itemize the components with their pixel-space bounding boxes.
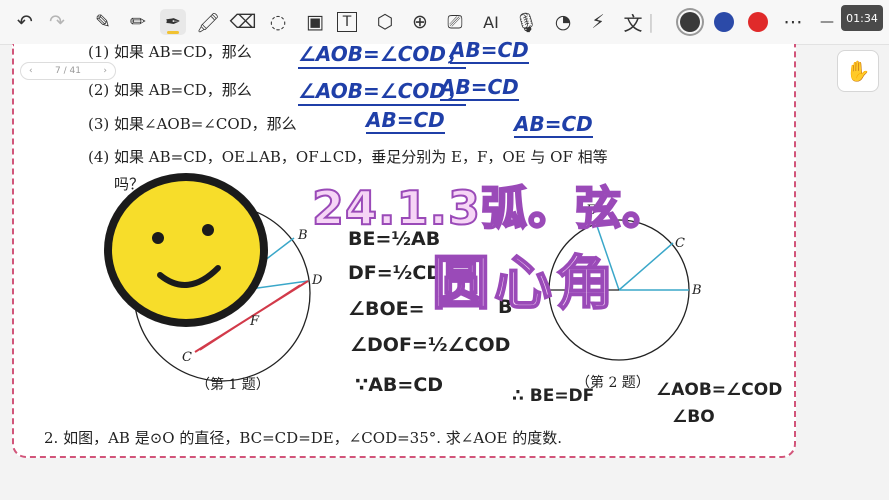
fig2-radius-c (618, 242, 674, 291)
fig2-label-c: C (675, 236, 685, 251)
note-7: ∠AOB=∠COD (656, 380, 783, 400)
fig1-caption: （第 1 题） (196, 377, 270, 393)
overlay-title-line2: 圆心角 (431, 248, 619, 318)
fig2-label-b: B (692, 283, 702, 298)
note-4: ∠DOF=½∠COD (350, 334, 511, 356)
problem-5: 2. 如图，AB 是⊙O 的直径，BC=CD=DE，∠COD=35°. 求∠AO… (44, 429, 562, 447)
note-6: ∴ BE=DF (512, 386, 595, 406)
fig1-label-d: D (312, 273, 323, 288)
fig1-label-c: C (182, 350, 192, 365)
note-5: ∵AB=CD (355, 374, 444, 396)
note-8: ∠BO (672, 407, 715, 427)
fig1-label-b: B (298, 228, 308, 243)
note-3: ∠BOE= (348, 298, 425, 320)
overlay-title-line1: 24.1.3弧。弦。 (311, 180, 669, 236)
note-2: DF=½CD (348, 262, 443, 284)
smiley-sticker[interactable] (100, 170, 270, 330)
